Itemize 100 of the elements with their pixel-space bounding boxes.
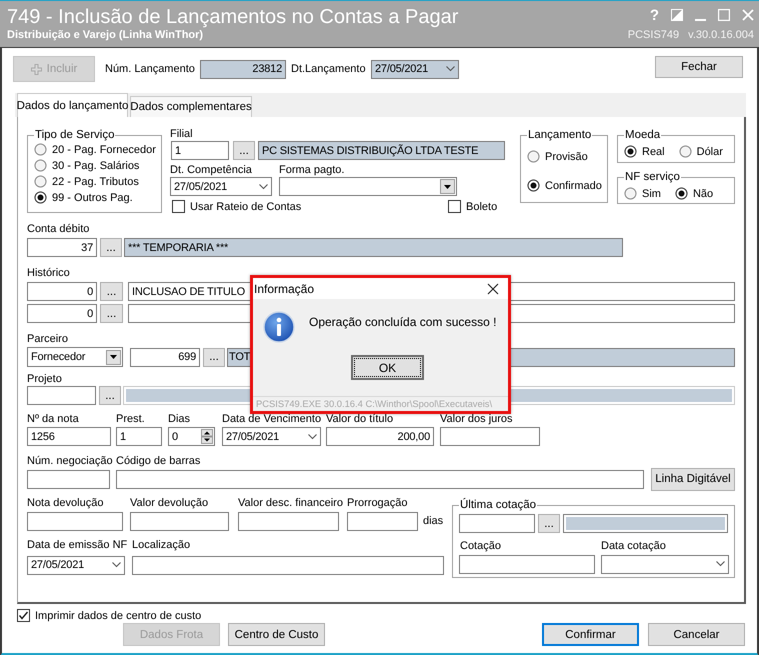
history-code-field[interactable]: 0: [27, 282, 97, 301]
restore-icon[interactable]: [671, 9, 683, 21]
dialog-message: Operação concluída com sucesso !: [309, 314, 496, 329]
chevron-down-icon[interactable]: [446, 66, 455, 72]
radio-button[interactable]: [674, 187, 688, 200]
linha-digitavel-button[interactable]: Linha Digitável: [651, 468, 735, 490]
field-label: Núm. Lançamento: [105, 62, 196, 76]
version-label: v.30.0.16.004: [688, 29, 754, 42]
chevron-down-icon[interactable]: [716, 561, 725, 567]
radio-label[interactable]: Dólar: [696, 146, 723, 158]
close-icon[interactable]: [487, 282, 499, 294]
maximize-icon[interactable]: [718, 9, 730, 21]
program-name: PCSIS749: [628, 29, 680, 42]
barcode-field[interactable]: [116, 470, 644, 488]
browse-button[interactable]: ...: [100, 238, 122, 257]
amount-field[interactable]: 200,00: [326, 427, 434, 446]
text-field[interactable]: 1256: [27, 427, 111, 446]
quote-field[interactable]: [459, 554, 595, 574]
days-spinner[interactable]: 0: [168, 427, 215, 446]
radio-button[interactable]: [624, 145, 637, 158]
chevron-down-icon[interactable]: [112, 562, 121, 568]
radio-button[interactable]: [34, 143, 47, 156]
radio-label[interactable]: Provisão: [545, 150, 588, 162]
branch-name-field[interactable]: PC SISTEMAS DISTRIBUIÇÃO LTDA TESTE: [258, 141, 505, 160]
field-label: Dt. Competência: [170, 164, 253, 176]
quote-date-field[interactable]: [601, 554, 729, 574]
radio-label[interactable]: 30 - Pag. Salários: [52, 160, 140, 172]
entry-date-field[interactable]: 27/05/2021: [371, 60, 459, 78]
field-label: Histórico: [27, 266, 71, 280]
checkbox[interactable]: [448, 200, 461, 213]
checkbox-label[interactable]: Imprimir dados de centro de custo: [35, 610, 202, 622]
account-name-field[interactable]: *** TEMPORARIA ***: [124, 238, 623, 257]
radio-button[interactable]: [624, 187, 637, 200]
history-code-field[interactable]: 0: [27, 304, 97, 323]
tab[interactable]: Dados do lançamento: [17, 93, 128, 117]
action-button[interactable]: Confirmar: [542, 623, 639, 646]
field-label: Cotação: [460, 540, 502, 552]
browse-button[interactable]: ...: [100, 282, 123, 301]
radio-button[interactable]: [527, 179, 540, 192]
field-label: Forma pagto.: [279, 164, 346, 176]
checkbox-label[interactable]: Usar Rateio de Contas: [190, 200, 302, 212]
chevron-down-icon[interactable]: [308, 434, 317, 440]
browse-button[interactable]: ...: [99, 386, 121, 405]
text-field[interactable]: [27, 512, 123, 531]
text-field[interactable]: [440, 427, 540, 446]
radio-label[interactable]: Não: [692, 188, 714, 200]
field-label: Valor devolução: [130, 496, 210, 510]
text-field[interactable]: [238, 512, 339, 531]
tab[interactable]: Dados complementares: [130, 96, 252, 117]
account-code-field[interactable]: 37: [27, 238, 97, 257]
text-field[interactable]: [130, 512, 229, 531]
checkbox[interactable]: [172, 200, 185, 213]
action-button[interactable]: Cancelar: [648, 623, 745, 646]
radio-label[interactable]: 99 - Outros Pag.: [52, 192, 133, 204]
browse-button[interactable]: ...: [538, 514, 560, 533]
entry-number-field[interactable]: 23812: [200, 60, 286, 78]
field-label: Conta débito: [27, 222, 90, 236]
checkbox[interactable]: [17, 609, 30, 622]
location-field[interactable]: [132, 556, 444, 574]
field-label: Valor dos juros: [440, 413, 514, 426]
radio-button[interactable]: [678, 145, 692, 158]
radio-label[interactable]: Sim: [642, 188, 661, 200]
quote-name-field[interactable]: [563, 514, 728, 533]
radio-button[interactable]: [34, 159, 47, 172]
radio-label[interactable]: Confirmado: [545, 180, 602, 192]
field-label: Data de emissão NF: [27, 538, 128, 552]
checkbox-label[interactable]: Boleto: [466, 200, 498, 212]
field-label: Dt.Lançamento: [291, 62, 367, 76]
field-label: Nota devolução: [27, 496, 104, 510]
spinner-arrows-icon[interactable]: [201, 429, 213, 444]
due-date-field[interactable]: 27/05/2021: [222, 427, 321, 446]
partner-code-field[interactable]: 699: [130, 348, 200, 366]
field-label: Núm. negociação: [27, 454, 114, 468]
text-field[interactable]: [347, 512, 418, 531]
branch-code-field[interactable]: 1: [171, 141, 229, 160]
text-field[interactable]: 1: [116, 427, 162, 446]
action-button[interactable]: Centro de Custo: [228, 623, 325, 646]
browse-button[interactable]: ...: [100, 304, 123, 323]
group-title: NF serviço: [624, 170, 681, 184]
partner-type-dropdown[interactable]: Fornecedor: [27, 347, 123, 367]
competence-date-field[interactable]: 27/05/2021: [170, 177, 272, 196]
negotiation-field[interactable]: [27, 470, 110, 488]
radio-label[interactable]: 20 - Pag. Fornecedor: [52, 144, 156, 156]
radio-button[interactable]: [34, 175, 47, 188]
payment-form-dropdown[interactable]: [279, 177, 457, 196]
project-code-field[interactable]: [27, 386, 96, 405]
radio-label[interactable]: Real: [642, 146, 665, 158]
radio-button[interactable]: [527, 150, 540, 163]
dialog-title: Informação: [254, 282, 314, 296]
browse-button[interactable]: ...: [233, 141, 255, 160]
field-label: Dias: [168, 413, 192, 426]
field-label: Localização: [132, 538, 192, 552]
close-button[interactable]: Fechar: [655, 56, 743, 78]
radio-label[interactable]: 22 - Pag. Tributos: [52, 176, 139, 188]
ok-button[interactable]: OK: [351, 355, 424, 380]
quote-code-field[interactable]: [459, 514, 535, 533]
issue-date-field[interactable]: 27/05/2021: [27, 556, 125, 574]
browse-button[interactable]: ...: [203, 348, 225, 366]
radio-button[interactable]: [34, 191, 47, 204]
chevron-down-icon[interactable]: [259, 184, 268, 190]
